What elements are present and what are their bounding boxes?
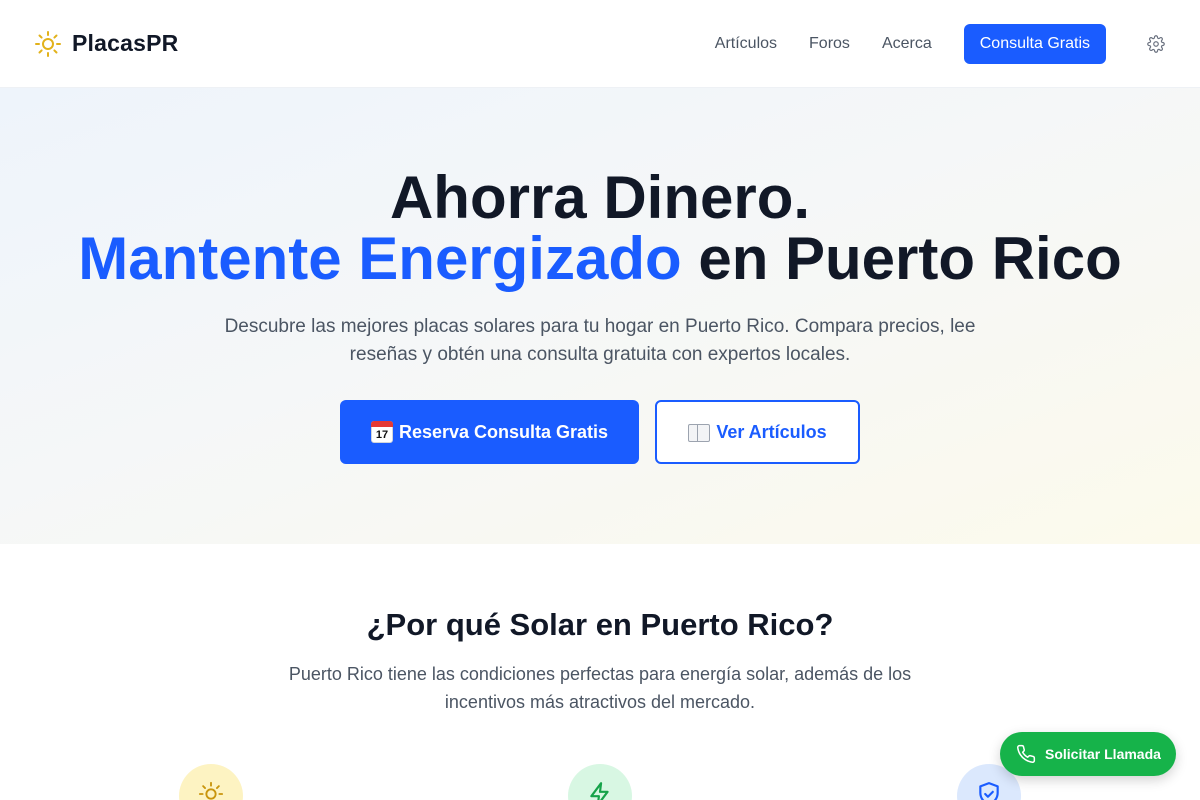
feature-sun-icon: [179, 764, 243, 800]
solicitar-llamada-button[interactable]: Solicitar Llamada: [1000, 732, 1176, 776]
site-header: PlacasPR Artículos Foros Acerca Consulta…: [0, 0, 1200, 88]
phone-icon: [1016, 744, 1036, 764]
ver-articulos-label: Ver Artículos: [716, 421, 827, 442]
reserva-consulta-button[interactable]: 17 Reserva Consulta Gratis: [340, 400, 639, 464]
hero-title-accent: Mantente Energizado: [78, 225, 682, 292]
hero-subtitle: Descubre las mejores placas solares para…: [224, 316, 976, 365]
why-solar-subtitle: Puerto Rico tiene las condiciones perfec…: [288, 664, 912, 712]
hero-title-line2: Mantente Energizado en Puerto Rico: [0, 228, 1200, 290]
reserva-consulta-label: Reserva Consulta Gratis: [398, 421, 609, 442]
consulta-gratis-button[interactable]: Consulta Gratis: [963, 23, 1106, 64]
hero-section: Ahorra Dinero. Mantente Energizado en Pu…: [0, 88, 1200, 544]
nav-link-acerca[interactable]: Acerca: [882, 35, 932, 53]
brand-name: PlacasPR: [72, 30, 179, 56]
nav-link-articulos[interactable]: Artículos: [715, 35, 777, 53]
solicitar-llamada-label: Solicitar Llamada: [1045, 746, 1161, 762]
brand-link[interactable]: PlacasPR: [34, 30, 178, 58]
sun-icon: [34, 30, 62, 58]
hero-actions: 17 Reserva Consulta Gratis Ver Artículos: [0, 400, 1200, 464]
calendar-icon: 17: [370, 421, 393, 443]
why-solar-title: ¿Por qué Solar en Puerto Rico?: [366, 607, 834, 642]
main-nav: Artículos Foros Acerca Consulta Gratis: [715, 23, 1166, 64]
hero-title-rest: en Puerto Rico: [681, 225, 1122, 292]
hero-title-line1: Ahorra Dinero.: [389, 164, 811, 231]
book-icon: [688, 424, 711, 442]
ver-articulos-button[interactable]: Ver Artículos: [655, 400, 860, 464]
gear-icon[interactable]: [1146, 34, 1166, 54]
nav-link-foros[interactable]: Foros: [809, 35, 850, 53]
feature-lightning-icon: [568, 764, 632, 800]
